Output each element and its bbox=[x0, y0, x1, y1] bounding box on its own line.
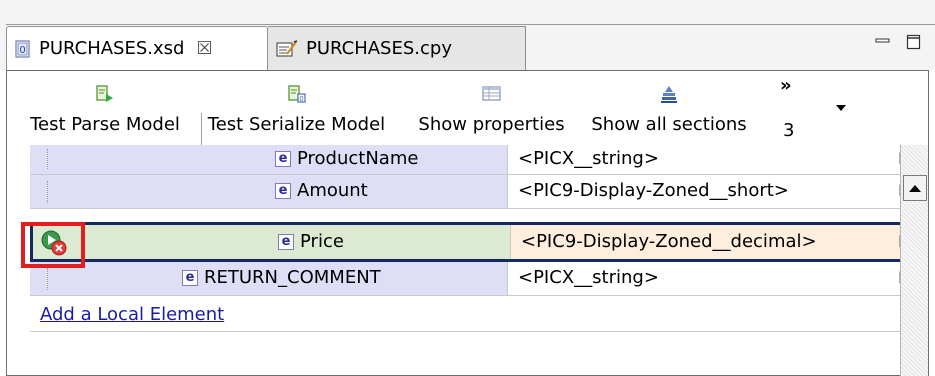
tree-line bbox=[47, 181, 49, 203]
show-all-sections-button[interactable]: Show all sections bbox=[579, 73, 759, 149]
tb-label: Test Serialize Model bbox=[207, 114, 386, 135]
tab-label: PURCHASES.cpy bbox=[306, 38, 452, 59]
vertical-scrollbar[interactable] bbox=[900, 145, 928, 376]
scroll-up-button[interactable] bbox=[903, 175, 927, 201]
tree-line bbox=[47, 149, 49, 169]
table-row-selected[interactable]: e Price <PIC9-Display-Zoned__decimal> I bbox=[30, 222, 903, 262]
type-value: <PIC9-Display-Zoned__decimal> bbox=[521, 231, 817, 252]
highlight-box bbox=[21, 222, 85, 268]
type-cell bbox=[508, 296, 900, 331]
table-row[interactable]: e RETURN_COMMENT <PICX__string> I bbox=[30, 262, 903, 296]
name-cell: e Price bbox=[33, 225, 511, 259]
test-serialize-model-button[interactable]: 0 Test Serialize Model bbox=[189, 73, 404, 149]
test-parse-icon bbox=[95, 82, 115, 106]
minimize-icon[interactable] bbox=[872, 32, 894, 52]
tb-label: Test Parse Model bbox=[30, 114, 180, 135]
element-icon: e bbox=[278, 233, 294, 250]
toolbar: Test Parse Model 0 Test Serialize Model bbox=[21, 73, 759, 149]
tb-label: Show properties bbox=[418, 114, 565, 135]
svg-text:0: 0 bbox=[299, 95, 303, 103]
type-value: <PICX__string> bbox=[518, 148, 659, 169]
type-value: <PICX__string> bbox=[518, 267, 659, 288]
type-cell[interactable]: <PIC9-Display-Zoned__decimal> bbox=[511, 225, 903, 259]
name-cell: e RETURN_COMMENT bbox=[30, 262, 508, 295]
name-cell: e Amount bbox=[30, 175, 508, 208]
sections-stack-icon bbox=[659, 82, 679, 106]
overflow-count: 3 bbox=[783, 120, 795, 141]
element-name[interactable]: e ProductName bbox=[275, 148, 418, 169]
add-element-row: Add a Local Element bbox=[30, 296, 900, 332]
table-row[interactable]: e Amount <PIC9-Display-Zoned__short> I bbox=[30, 175, 903, 209]
element-label: RETURN_COMMENT bbox=[204, 267, 381, 288]
element-name[interactable]: e RETURN_COMMENT bbox=[182, 267, 381, 288]
element-icon: e bbox=[275, 150, 291, 167]
type-cell[interactable]: <PICX__string> bbox=[508, 145, 900, 174]
element-label: Amount bbox=[297, 180, 368, 201]
xsd-file-icon: 0 bbox=[15, 39, 31, 58]
element-name[interactable]: e Amount bbox=[275, 180, 368, 201]
type-value: <PIC9-Display-Zoned__short> bbox=[518, 180, 789, 201]
maximize-icon[interactable] bbox=[903, 32, 925, 52]
toolbar-overflow-button[interactable]: » 3 bbox=[780, 75, 846, 147]
table-row[interactable]: e ProductName <PICX__string> I bbox=[30, 145, 903, 175]
show-properties-button[interactable]: Show properties bbox=[404, 73, 579, 149]
type-cell[interactable]: <PIC9-Display-Zoned__short> bbox=[508, 175, 900, 208]
close-icon[interactable]: ☒ bbox=[196, 38, 212, 59]
element-label: Price bbox=[300, 231, 344, 252]
tab-bar-divider bbox=[6, 24, 935, 25]
tab-bar: 0 PURCHASES.xsd ☒ PURCHASES.cpy bbox=[0, 0, 935, 70]
copybook-file-icon bbox=[276, 39, 298, 58]
tree-line bbox=[47, 268, 49, 290]
tab-purchases-cpy[interactable]: PURCHASES.cpy bbox=[268, 26, 526, 70]
tb-label: Show all sections bbox=[591, 114, 747, 135]
type-cell[interactable]: <PICX__string> bbox=[508, 262, 900, 295]
element-name[interactable]: e Price bbox=[278, 231, 344, 252]
element-label: ProductName bbox=[297, 148, 419, 169]
editor-window: 0 PURCHASES.xsd ☒ PURCHASES.cpy Test Par… bbox=[0, 0, 935, 376]
svg-text:0: 0 bbox=[19, 45, 25, 56]
element-icon: e bbox=[275, 182, 291, 199]
name-cell: Add a Local Element bbox=[30, 296, 508, 331]
test-serialize-icon: 0 bbox=[287, 82, 307, 106]
arrow-up-icon bbox=[909, 184, 921, 192]
element-icon: e bbox=[182, 269, 198, 286]
tab-label: PURCHASES.xsd bbox=[39, 38, 185, 59]
tab-purchases-xsd[interactable]: 0 PURCHASES.xsd ☒ bbox=[6, 26, 268, 70]
name-cell: e ProductName bbox=[30, 145, 508, 174]
test-parse-model-button[interactable]: Test Parse Model bbox=[21, 73, 189, 149]
add-local-element-link[interactable]: Add a Local Element bbox=[40, 304, 224, 325]
chevron-down-icon bbox=[836, 105, 846, 111]
properties-table-icon bbox=[482, 82, 502, 106]
chevron-right-icon: » bbox=[780, 75, 792, 96]
toolbar-separator bbox=[201, 113, 202, 147]
